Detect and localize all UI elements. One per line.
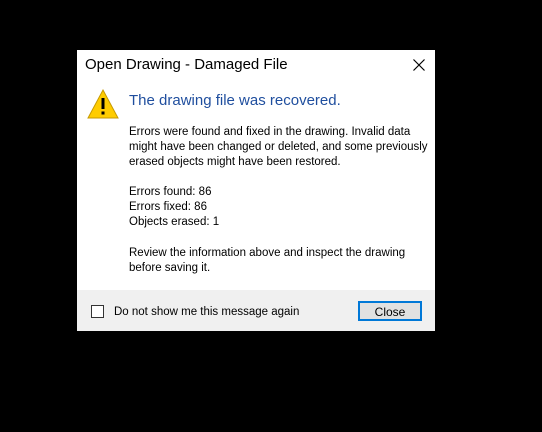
dialog-heading: The drawing file was recovered. — [129, 92, 341, 109]
errors-fixed-text: Errors fixed: 86 — [129, 201, 207, 213]
close-button[interactable]: Close — [358, 301, 422, 321]
dont-show-again-label[interactable]: Do not show me this message again — [114, 306, 299, 318]
dialog-title: Open Drawing - Damaged File — [85, 56, 288, 73]
review-advice: Review the information above and inspect… — [129, 247, 406, 274]
dialog-footer: Do not show me this message again Close — [77, 290, 435, 331]
dont-show-again-checkbox[interactable] — [91, 305, 104, 318]
close-icon[interactable] — [405, 52, 433, 78]
recovery-description: Errors were found and fixed in the drawi… — [129, 126, 428, 168]
recovery-stats: Errors found: 86 Errors fixed: 86 Object… — [129, 185, 329, 230]
damaged-file-dialog: Open Drawing - Damaged File The drawing … — [77, 50, 435, 331]
dialog-titlebar: Open Drawing - Damaged File — [77, 50, 435, 80]
errors-found-text: Errors found: 86 — [129, 186, 212, 198]
objects-erased-text: Objects erased: 1 — [129, 216, 220, 228]
warning-triangle-icon — [87, 88, 119, 120]
